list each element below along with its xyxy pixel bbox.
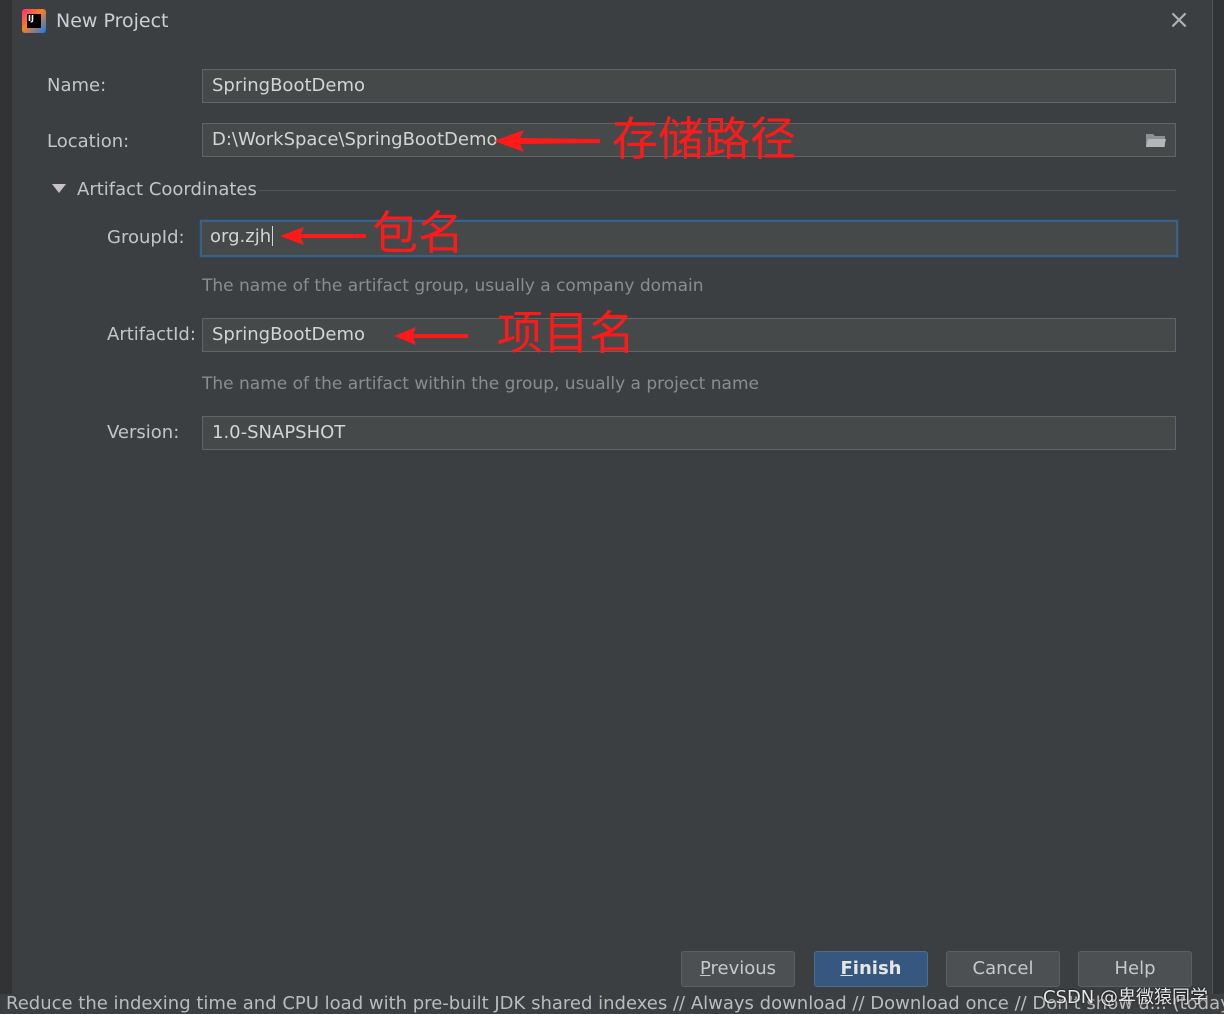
previous-label: revious [710, 958, 777, 979]
text-caret [272, 226, 274, 246]
artifactid-input[interactable]: SpringBootDemo [202, 318, 1176, 352]
groupid-label: GroupId: [107, 227, 185, 248]
watermark: CSDN @卑微猿同学 [1042, 987, 1208, 1008]
location-label: Location: [47, 131, 130, 152]
artifactid-annotation: 项目名 [497, 306, 635, 360]
previous-button[interactable]: Previous [681, 951, 795, 987]
name-label: Name: [47, 75, 107, 96]
previous-mnemonic: P [699, 958, 711, 979]
red-arrow-annotation [280, 227, 366, 245]
version-label: Version: [107, 422, 180, 443]
dialog-title: New Project [56, 10, 169, 32]
ide-status-bar: Reduce the indexing time and CPU load wi… [0, 994, 1224, 1014]
finish-mnemonic: F [840, 958, 853, 979]
intellij-app-icon: IJ [22, 9, 46, 33]
name-input-value: SpringBootDemo [212, 75, 365, 96]
close-icon[interactable]: × [1167, 7, 1191, 33]
version-input[interactable]: 1.0-SNAPSHOT [202, 416, 1176, 450]
red-arrow-annotation [394, 327, 468, 345]
section-artifact-coordinates[interactable]: Artifact Coordinates [77, 179, 257, 200]
artifactid-label: ArtifactId: [107, 324, 196, 345]
location-input-value: D:\WorkSpace\SpringBootDemo [212, 129, 498, 150]
ide-background-left [0, 0, 12, 1014]
groupid-input-value: org.zjh [210, 226, 272, 247]
artifactid-input-value: SpringBootDemo [212, 324, 365, 345]
groupid-hint: The name of the artifact group, usually … [202, 276, 704, 296]
name-input[interactable]: SpringBootDemo [202, 69, 1176, 103]
collapse-triangle-icon[interactable] [52, 184, 66, 193]
finish-button[interactable]: Finish [814, 951, 928, 987]
status-bar-text: Reduce the indexing time and CPU load wi… [6, 994, 1224, 1014]
groupid-annotation: 包名 [372, 206, 464, 260]
finish-label: inish [852, 958, 902, 979]
artifactid-hint: The name of the artifact within the grou… [202, 374, 759, 394]
red-arrow-annotation [494, 130, 600, 152]
dialog-titlebar: IJ New Project × [12, 0, 1212, 44]
ide-background-right [1212, 0, 1224, 1014]
location-annotation: 存储路径 [612, 112, 796, 166]
section-divider [258, 190, 1176, 191]
help-button[interactable]: Help [1078, 951, 1192, 987]
folder-open-icon[interactable] [1145, 132, 1167, 148]
version-input-value: 1.0-SNAPSHOT [212, 422, 346, 443]
cancel-button[interactable]: Cancel [946, 951, 1060, 987]
